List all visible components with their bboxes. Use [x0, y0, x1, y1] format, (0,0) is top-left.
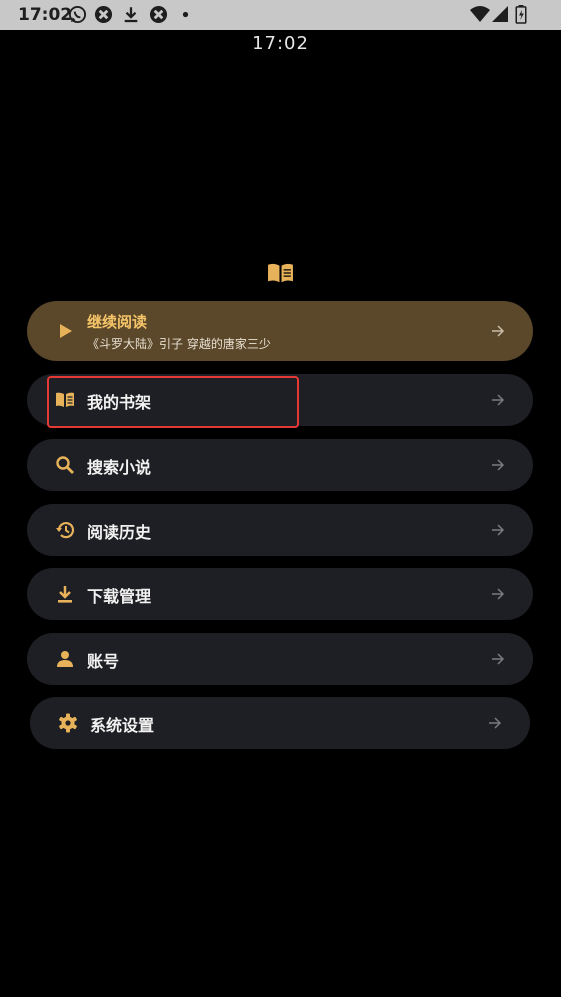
menu-item-label: 我的书架: [87, 393, 152, 412]
play-icon: [60, 324, 72, 338]
download-icon: [58, 586, 72, 603]
arrow-right-icon: [489, 717, 502, 729]
wifi-icon: [470, 6, 490, 22]
menu-item-downloads[interactable]: 下载管理: [27, 568, 533, 620]
menu-item-label: 下载管理: [87, 587, 152, 606]
continue-reading-subtitle: 《斗罗大陆》引子 穿越的唐家三少: [87, 337, 271, 351]
menu-item-account[interactable]: 账号: [27, 633, 533, 685]
book-icon: [56, 392, 74, 407]
gear-icon: [59, 713, 77, 733]
signal-icon: [492, 6, 508, 22]
clock: 17:02: [252, 33, 309, 54]
menu-item-settings[interactable]: 系统设置: [30, 697, 530, 749]
book-open-icon: [268, 263, 293, 283]
menu-item-label: 阅读历史: [87, 523, 152, 542]
continue-reading-title: 继续阅读: [87, 313, 148, 331]
menu-item-label: 账号: [87, 652, 120, 671]
arrow-right-icon: [492, 524, 505, 536]
menu-item-history[interactable]: 阅读历史: [27, 504, 533, 556]
arrow-right-icon: [492, 459, 505, 471]
arrow-right-icon: [492, 588, 505, 600]
history-icon: [56, 522, 75, 539]
status-bar: 17:02: [0, 0, 561, 30]
download-icon: [124, 7, 138, 23]
menu-item-bookshelf[interactable]: 我的书架: [27, 374, 533, 426]
status-time: 17:02: [18, 5, 73, 25]
person-icon: [57, 651, 73, 667]
arrow-right-icon: [492, 394, 505, 406]
menu-item-search[interactable]: 搜索小说: [27, 439, 533, 491]
arrow-right-icon: [492, 653, 505, 665]
dot-icon: [182, 11, 189, 18]
menu-item-label: 系统设置: [90, 716, 155, 735]
whatsapp-icon: [68, 5, 87, 24]
arrow-right-icon: [492, 325, 505, 337]
battery-charging-icon: [515, 5, 527, 24]
search-icon: [56, 456, 74, 474]
app-icon: [149, 5, 168, 24]
menu-item-label: 搜索小说: [87, 458, 152, 477]
app-icon: [94, 5, 113, 24]
continue-reading-card[interactable]: 继续阅读 《斗罗大陆》引子 穿越的唐家三少: [27, 301, 533, 361]
